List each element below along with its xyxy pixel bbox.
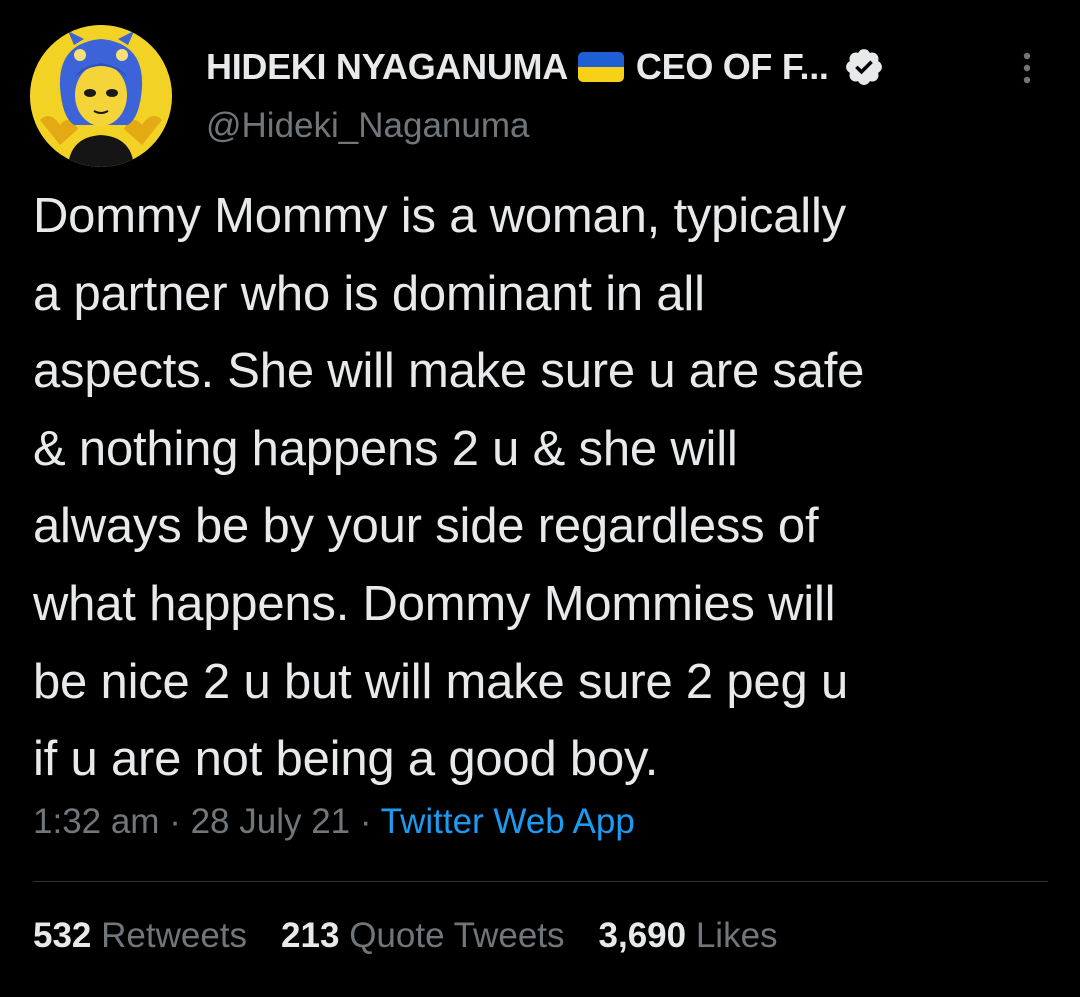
- likes-label: Likes: [695, 916, 778, 955]
- tweet-meta: 1:32 am · 28 July 21 · Twitter Web App: [33, 802, 635, 842]
- quote-tweets-count: 213: [281, 916, 340, 955]
- meta-separator: ·: [159, 802, 191, 841]
- verified-badge-icon[interactable]: [843, 46, 885, 88]
- author-handle[interactable]: @Hideki_Naganuma: [206, 106, 529, 146]
- tweet-text: Dommy Mommy is a woman, typically a part…: [33, 178, 1053, 799]
- tweet-text-line: what happens. Dommy Mommies will: [33, 576, 836, 631]
- tweet-detail: HIDEKI NYAGANUMA CEO OF F... @Hideki_Nag…: [0, 0, 1080, 997]
- tweet-source-link[interactable]: Twitter Web App: [381, 802, 635, 841]
- author-name-row[interactable]: HIDEKI NYAGANUMA CEO OF F...: [206, 44, 885, 90]
- tweet-text-line: if u are not being a good boy.: [33, 732, 659, 787]
- quote-tweets-label: Quote Tweets: [349, 916, 565, 955]
- tweet-text-line: always be by your side regardless of: [33, 499, 819, 554]
- avatar-illustration: [30, 25, 172, 167]
- tweet-stats: 532 Retweets 213 Quote Tweets 3,690 Like…: [33, 916, 812, 956]
- tweet-text-line: be nice 2 u but will make sure 2 peg u: [33, 654, 848, 709]
- more-options-icon[interactable]: [1012, 48, 1042, 88]
- quote-tweets-stat[interactable]: 213 Quote Tweets: [281, 916, 564, 956]
- author-display-name[interactable]: HIDEKI NYAGANUMA: [206, 46, 568, 88]
- avatar[interactable]: [30, 25, 172, 167]
- divider: [33, 881, 1048, 882]
- likes-count: 3,690: [598, 916, 687, 955]
- meta-separator: ·: [350, 802, 381, 841]
- tweet-text-line: Dommy Mommy is a woman, typically: [33, 189, 846, 243]
- retweets-stat[interactable]: 532 Retweets: [33, 916, 247, 956]
- retweets-label: Retweets: [101, 916, 248, 955]
- ukraine-flag-icon: [577, 52, 624, 82]
- tweet-time[interactable]: 1:32 am: [33, 802, 159, 841]
- author-display-name-suffix[interactable]: CEO OF F...: [636, 46, 829, 88]
- tweet-text-line: aspects. She will make sure u are safe: [33, 344, 865, 399]
- tweet-text-line: & nothing happens 2 u & she will: [33, 421, 738, 476]
- likes-stat[interactable]: 3,690 Likes: [599, 916, 778, 956]
- tweet-text-line: a partner who is dominant in all: [33, 266, 705, 321]
- retweets-count: 532: [33, 916, 92, 955]
- tweet-date[interactable]: 28 July 21: [191, 802, 351, 841]
